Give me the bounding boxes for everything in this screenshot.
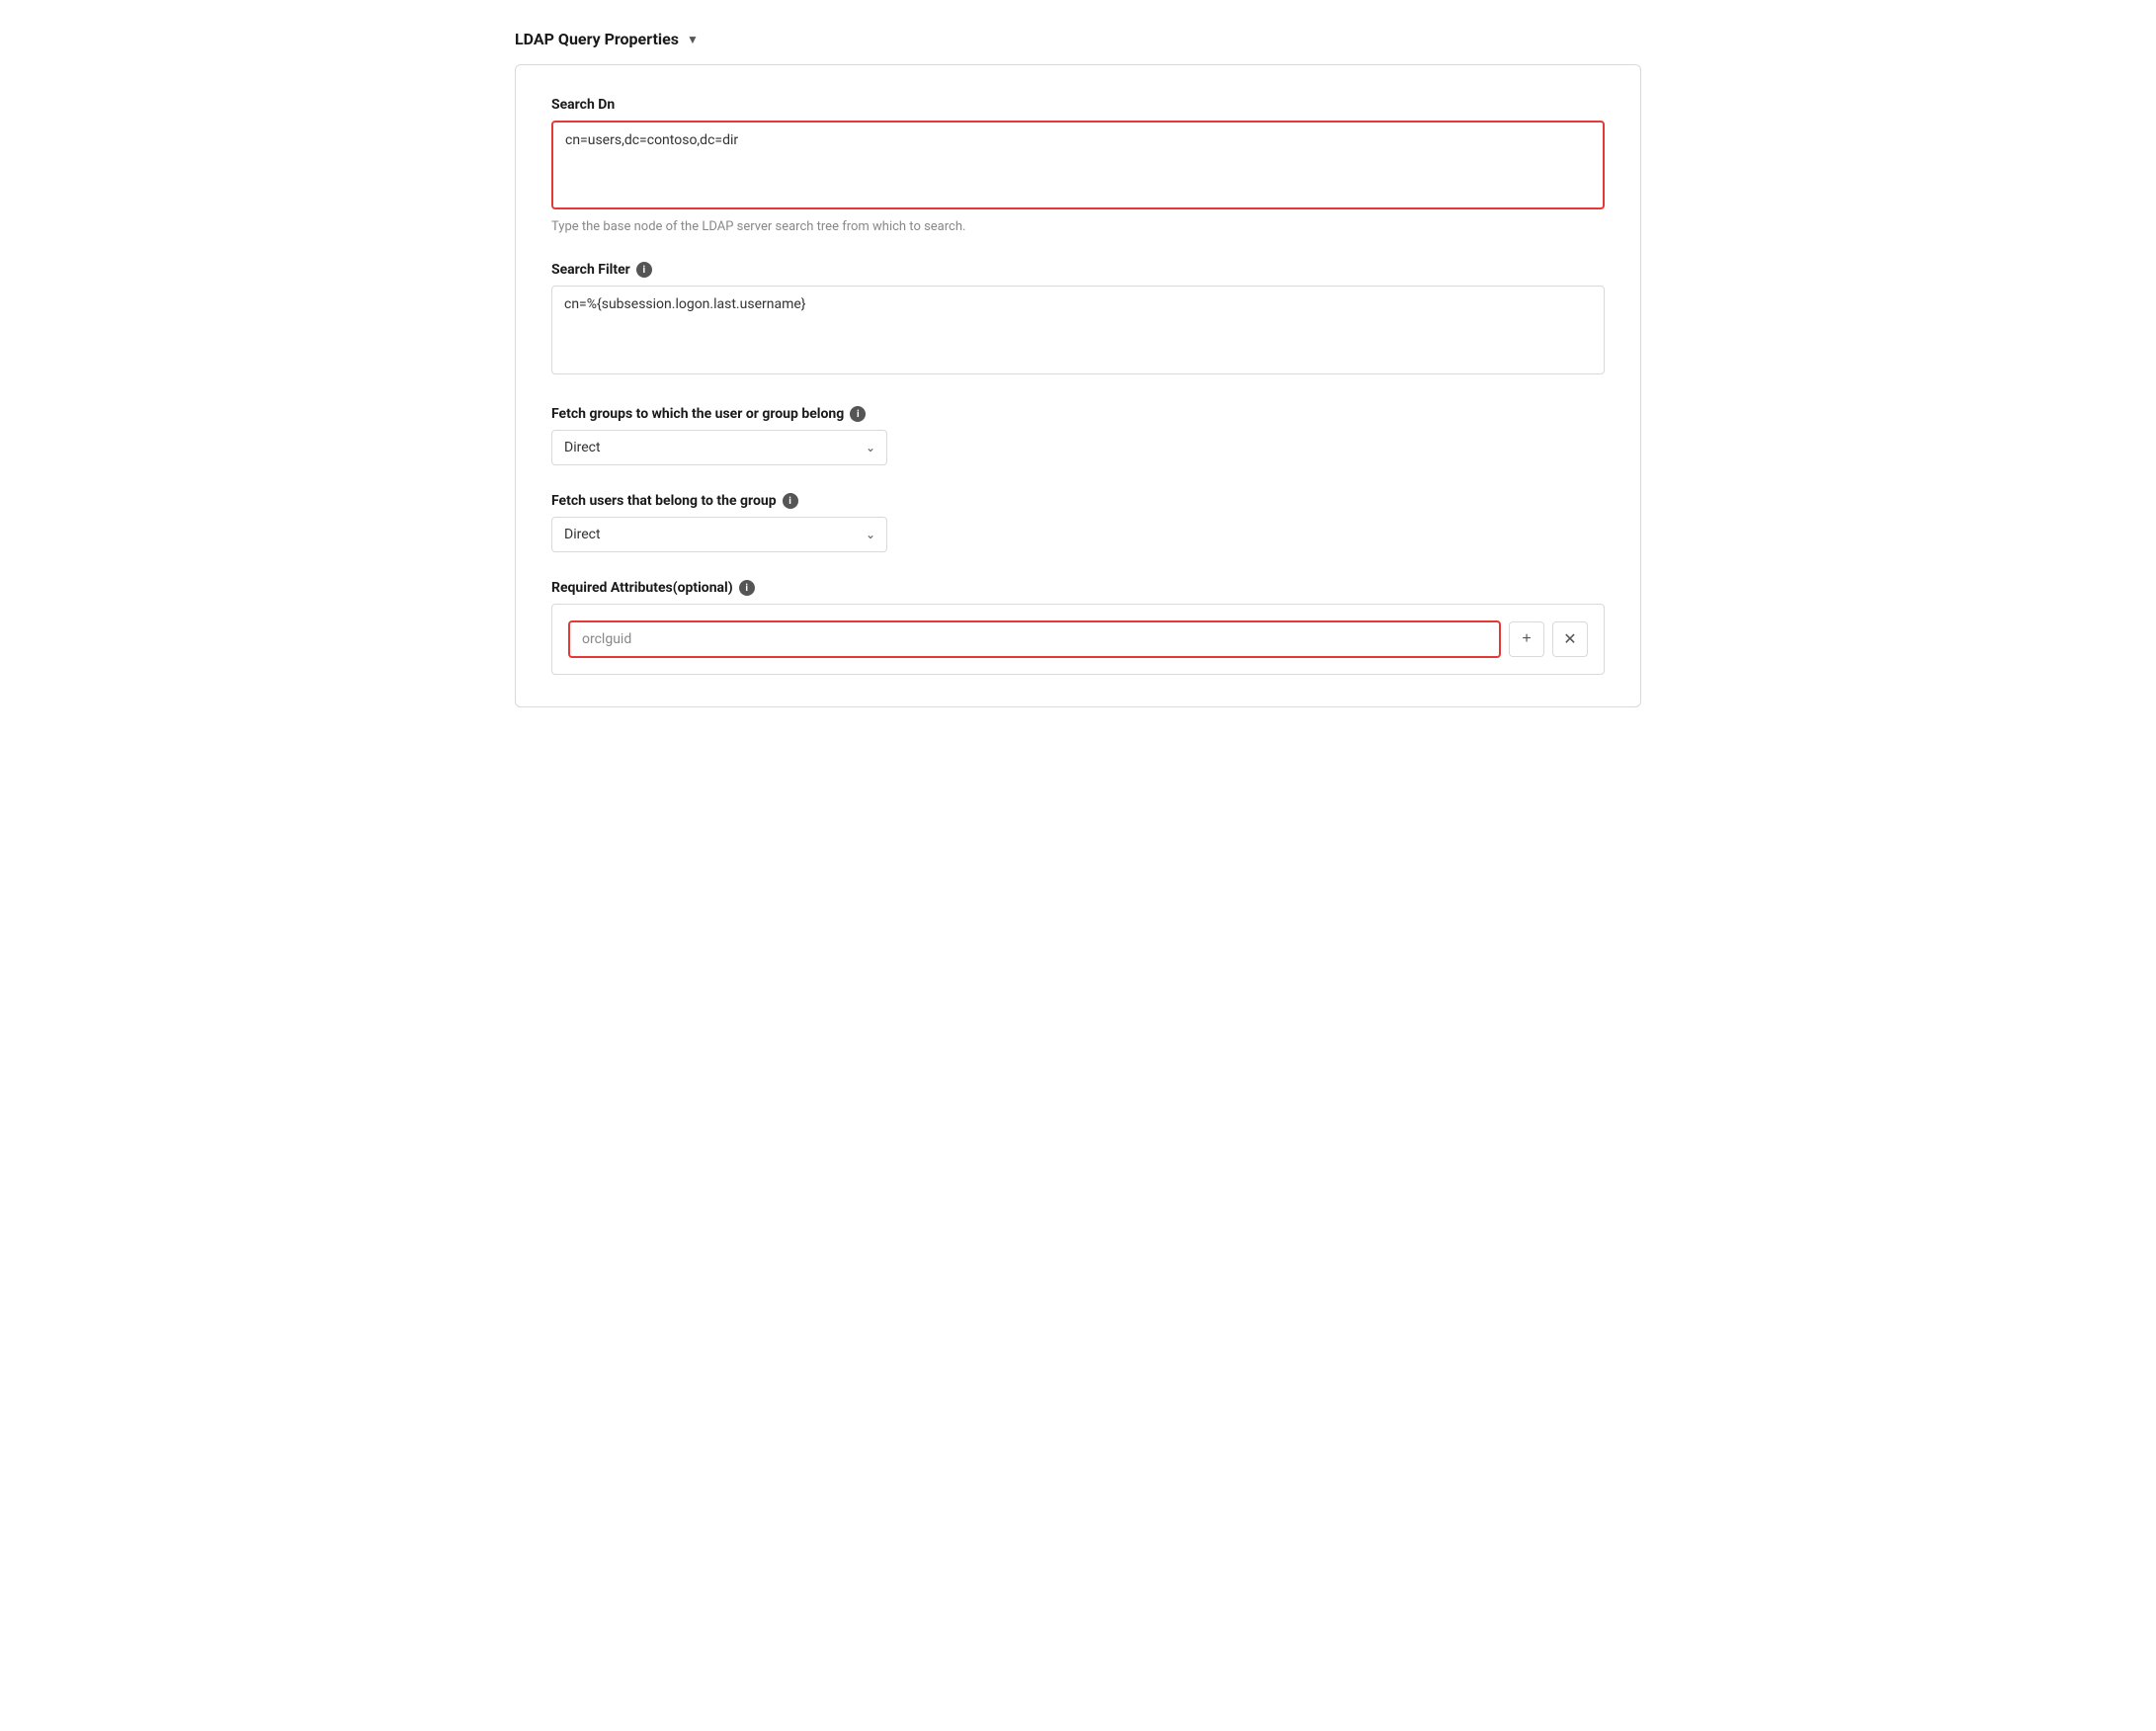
required-attrs-group: Required Attributes(optional) i + ✕ — [551, 580, 1605, 675]
fetch-users-info-icon[interactable]: i — [783, 493, 798, 509]
section-header[interactable]: LDAP Query Properties ▼ — [515, 30, 1641, 48]
fetch-groups-select-wrapper: Direct Recursive None ⌄ — [551, 430, 887, 465]
required-attrs-row: + ✕ — [568, 620, 1588, 658]
fetch-groups-group: Fetch groups to which the user or group … — [551, 406, 1605, 465]
fetch-groups-label: Fetch groups to which the user or group … — [551, 406, 1605, 422]
required-attrs-info-icon[interactable]: i — [739, 580, 755, 596]
required-attrs-container: + ✕ — [551, 604, 1605, 675]
search-dn-label: Search Dn — [551, 97, 1605, 113]
search-filter-input[interactable]: cn=%{subsession.logon.last.username} — [551, 286, 1605, 374]
fetch-users-select[interactable]: Direct Recursive None — [551, 517, 887, 552]
fetch-users-label: Fetch users that belong to the group i — [551, 493, 1605, 509]
page-container: LDAP Query Properties ▼ Search Dn cn=use… — [515, 30, 1641, 707]
add-attr-button[interactable]: + — [1509, 621, 1544, 657]
fetch-users-select-wrapper: Direct Recursive None ⌄ — [551, 517, 887, 552]
section-chevron-icon: ▼ — [687, 33, 699, 46]
required-attrs-label: Required Attributes(optional) i — [551, 580, 1605, 596]
section-title: LDAP Query Properties — [515, 30, 679, 48]
search-filter-info-icon[interactable]: i — [636, 262, 652, 278]
search-dn-group: Search Dn cn=users,dc=contoso,dc=dir Typ… — [551, 97, 1605, 234]
search-filter-label: Search Filter i — [551, 262, 1605, 278]
required-attrs-input[interactable] — [568, 620, 1501, 658]
search-dn-hint: Type the base node of the LDAP server se… — [551, 219, 1605, 234]
ldap-query-card: Search Dn cn=users,dc=contoso,dc=dir Typ… — [515, 64, 1641, 707]
fetch-groups-info-icon[interactable]: i — [850, 406, 866, 422]
fetch-users-group: Fetch users that belong to the group i D… — [551, 493, 1605, 552]
search-filter-group: Search Filter i cn=%{subsession.logon.la… — [551, 262, 1605, 378]
search-dn-input[interactable]: cn=users,dc=contoso,dc=dir — [551, 121, 1605, 209]
fetch-groups-select[interactable]: Direct Recursive None — [551, 430, 887, 465]
remove-attr-button[interactable]: ✕ — [1552, 621, 1588, 657]
